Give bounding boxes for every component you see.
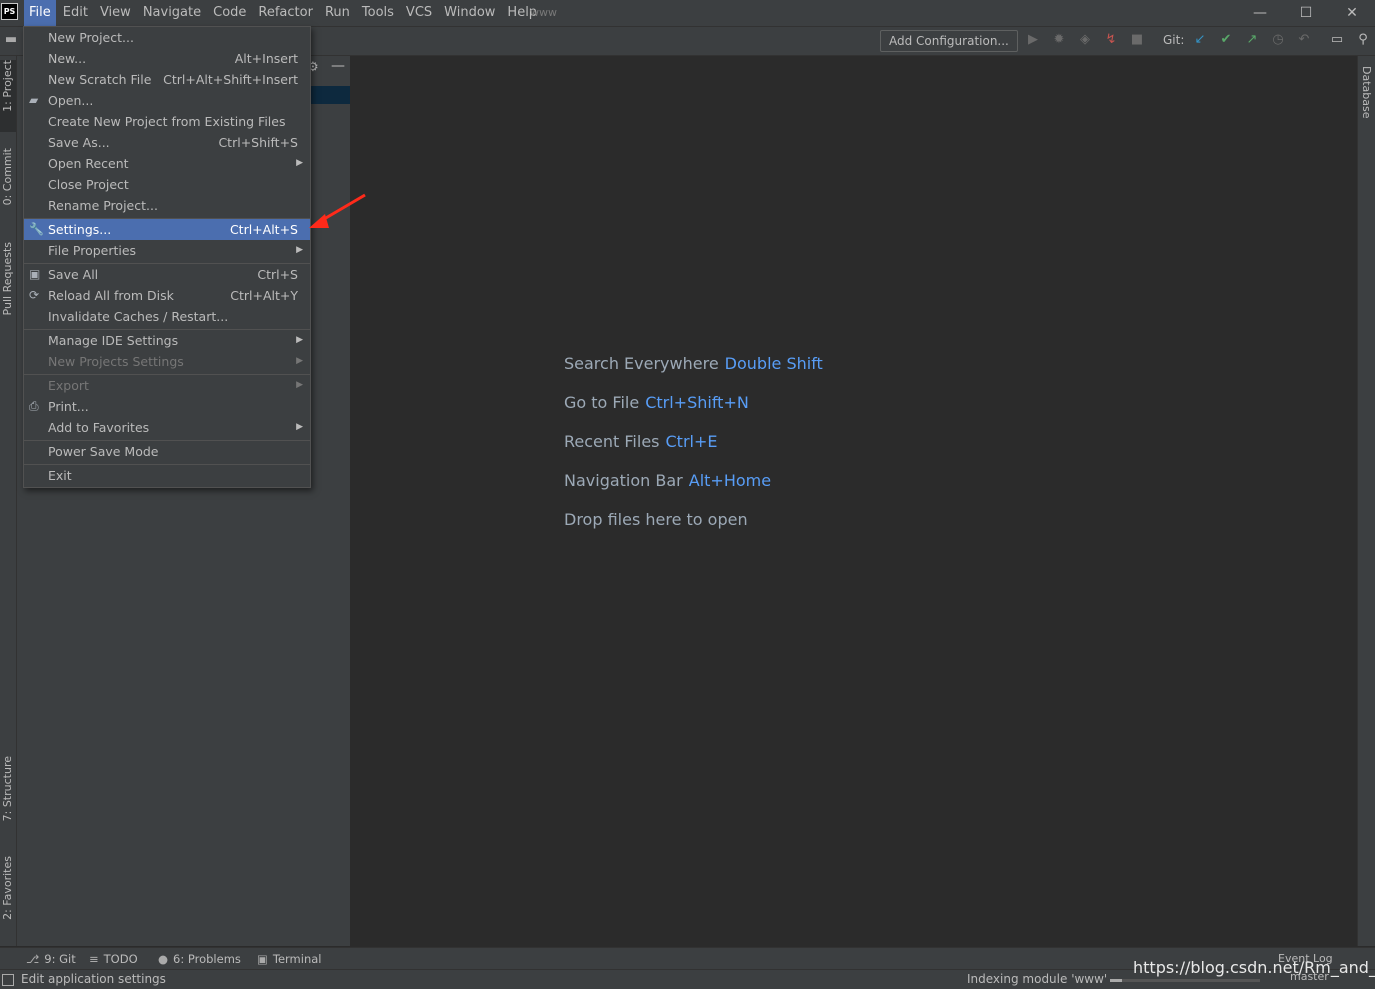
maximize-button[interactable]: ☐ [1283, 0, 1329, 26]
file-menu-dropdown: New Project... New... Alt+Insert New Scra… [23, 26, 311, 488]
menu-item-manage-ide-settings[interactable]: Manage IDE Settings ▶ [24, 330, 310, 351]
menu-view[interactable]: View [95, 0, 136, 26]
menu-item-close-project[interactable]: Close Project [24, 174, 310, 195]
menu-item-save-all[interactable]: ▣ Save All Ctrl+S [24, 264, 310, 285]
tab-pull-requests[interactable]: Pull Requests [0, 242, 16, 332]
wrench-icon: 🔧 [29, 222, 44, 236]
terminal-icon: ▣ [257, 952, 268, 966]
menu-item-reload-from-disk[interactable]: ⟳ Reload All from Disk Ctrl+Alt+Y [24, 285, 310, 306]
menu-item-open-recent[interactable]: Open Recent ▶ [24, 153, 310, 174]
menu-item-settings[interactable]: 🔧 Settings... Ctrl+Alt+S [24, 219, 310, 240]
project-name: www [530, 6, 557, 19]
debug-icon[interactable]: ✹ [1050, 31, 1068, 49]
submenu-arrow-icon: ▶ [296, 158, 303, 168]
menu-item-save-as[interactable]: Save As... Ctrl+Shift+S [24, 132, 310, 153]
git-icon: ⎇ [26, 952, 40, 966]
menu-code[interactable]: Code [208, 0, 251, 26]
git-push-icon[interactable]: ↗ [1243, 31, 1261, 49]
submenu-arrow-icon: ▶ [296, 245, 303, 255]
tab-terminal[interactable]: ▣ Terminal [257, 950, 321, 968]
menu-navigate[interactable]: Navigate [138, 0, 206, 26]
hint-recent-files: Recent Files Ctrl+E [564, 432, 718, 451]
hint-search-everywhere: Search Everywhere Double Shift [564, 354, 823, 373]
status-message: Edit application settings [21, 972, 166, 986]
tab-favorites[interactable]: 2: Favorites [0, 856, 16, 936]
menu-file[interactable]: File [24, 0, 56, 26]
menu-item-new[interactable]: New... Alt+Insert [24, 48, 310, 69]
close-button[interactable]: ✕ [1329, 0, 1375, 26]
watermark-text: https://blog.csdn.net/Rm_and_Rf [1133, 958, 1375, 977]
history-icon[interactable]: ◷ [1269, 31, 1287, 49]
search-icon[interactable]: ⚲ [1354, 31, 1372, 49]
folder-icon: ▰ [29, 93, 39, 107]
git-commit-icon[interactable]: ✔ [1217, 31, 1235, 49]
tab-structure[interactable]: 7: Structure [0, 756, 16, 836]
menu-item-new-projects-settings: New Projects Settings ▶ [24, 351, 310, 372]
menu-item-print[interactable]: ⎙ Print... [24, 396, 310, 417]
menu-item-open[interactable]: ▰ Open... [24, 90, 310, 111]
minimize-button[interactable]: — [1237, 0, 1283, 26]
list-icon: ≡ [89, 952, 99, 966]
hint-drop-files: Drop files here to open [564, 510, 748, 529]
menu-item-add-to-favorites[interactable]: Add to Favorites ▶ [24, 417, 310, 438]
tab-commit[interactable]: 0: Commit [0, 148, 16, 218]
run-icon[interactable]: ▶ [1024, 31, 1042, 49]
menu-item-create-from-existing[interactable]: Create New Project from Existing Files [24, 111, 310, 132]
menu-vcs[interactable]: VCS [401, 0, 437, 26]
tab-problems[interactable]: ● 6: Problems [158, 950, 241, 968]
indexing-progress-bar [1110, 979, 1260, 982]
app-logo: PS [1, 3, 18, 20]
indexing-status: Indexing module 'www' [967, 972, 1108, 986]
menu-run[interactable]: Run [320, 0, 355, 26]
annotation-arrow [309, 193, 366, 228]
menu-item-new-scratch-file[interactable]: New Scratch File Ctrl+Alt+Shift+Insert [24, 69, 310, 90]
submenu-arrow-icon: ▶ [296, 335, 303, 345]
tab-database[interactable]: Database [1360, 66, 1373, 119]
tab-project[interactable]: 1: Project [0, 60, 16, 132]
rollback-icon[interactable]: ↶ [1295, 31, 1313, 49]
menu-tools[interactable]: Tools [357, 0, 399, 26]
tab-todo[interactable]: ≡ TODO [89, 950, 138, 968]
menu-edit[interactable]: Edit [58, 0, 93, 26]
git-label: Git: [1163, 33, 1185, 47]
menu-item-exit[interactable]: Exit [24, 465, 310, 486]
menu-bar: File Edit View Navigate Code Refactor Ru… [24, 0, 544, 26]
reload-icon: ⟳ [29, 288, 40, 302]
info-icon: ● [158, 952, 169, 966]
presentation-icon[interactable]: ▭ [1328, 31, 1346, 49]
profile-icon[interactable]: ↯ [1102, 31, 1120, 49]
hint-go-to-file: Go to File Ctrl+Shift+N [564, 393, 749, 412]
hint-navigation-bar: Navigation Bar Alt+Home [564, 471, 772, 490]
left-tool-strip: 1: Project 0: Commit Pull Requests 7: St… [0, 56, 17, 946]
title-bar: PS File Edit View Navigate Code Refactor… [0, 0, 1375, 27]
selected-tree-row[interactable] [310, 86, 350, 104]
menu-item-file-properties[interactable]: File Properties ▶ [24, 240, 310, 261]
git-update-icon[interactable]: ↙ [1191, 31, 1209, 49]
submenu-arrow-icon: ▶ [296, 422, 303, 432]
submenu-arrow-icon: ▶ [296, 356, 303, 366]
stop-icon[interactable]: ■ [1128, 31, 1146, 49]
menu-item-power-save-mode[interactable]: Power Save Mode [24, 441, 310, 462]
indexing-progress-fill [1110, 979, 1122, 982]
tab-git[interactable]: ⎇ 9: Git [26, 950, 76, 968]
menu-item-invalidate-caches[interactable]: Invalidate Caches / Restart... [24, 306, 310, 327]
editor-empty-state: Search Everywhere Double Shift Go to File… [351, 56, 1356, 946]
print-icon: ⎙ [29, 399, 39, 413]
toggle-tool-windows-icon[interactable] [2, 974, 14, 986]
menu-refactor[interactable]: Refactor [253, 0, 318, 26]
coverage-icon[interactable]: ◈ [1076, 31, 1094, 49]
right-tool-strip: Database [1357, 56, 1375, 946]
folder-icon[interactable]: ▬ [2, 31, 20, 49]
menu-window[interactable]: Window [439, 0, 500, 26]
menu-item-rename-project[interactable]: Rename Project... [24, 195, 310, 216]
menu-item-new-project[interactable]: New Project... [24, 27, 310, 48]
add-configuration-button[interactable]: Add Configuration... [880, 30, 1018, 52]
submenu-arrow-icon: ▶ [296, 380, 303, 390]
menu-item-export: Export ▶ [24, 375, 310, 396]
hide-panel-icon[interactable]: — [331, 58, 345, 74]
save-icon: ▣ [29, 267, 41, 281]
